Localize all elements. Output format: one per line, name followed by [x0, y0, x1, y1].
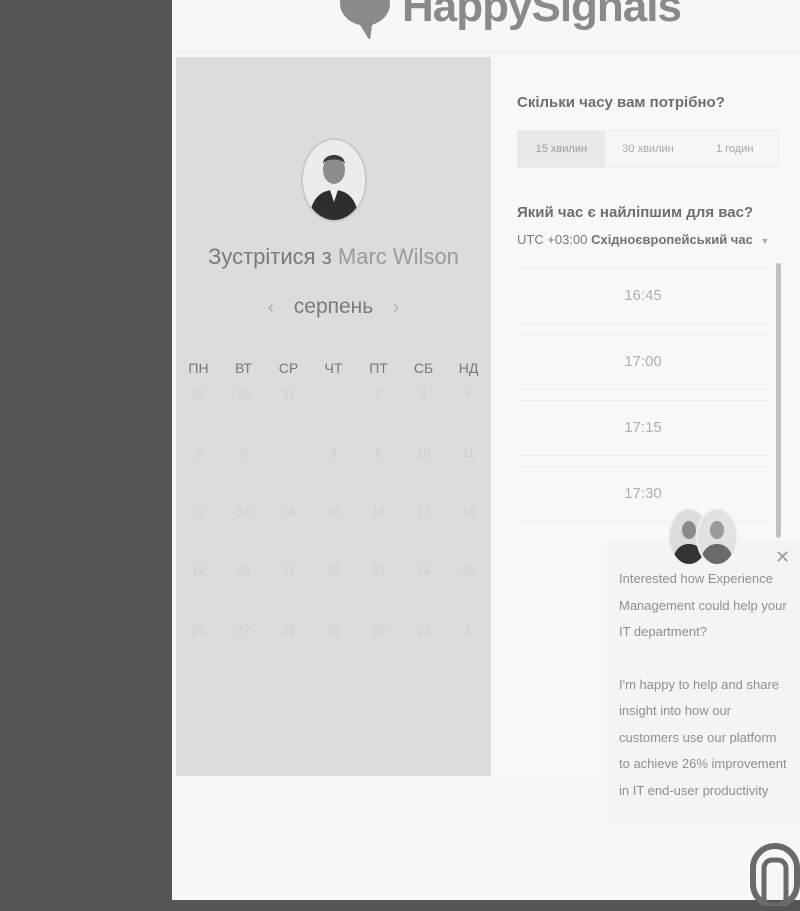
calendar-day: 20 [236, 564, 251, 578]
month-label: серпень [293, 295, 374, 318]
time-question: Який час є найліпшим для вас? [517, 204, 754, 221]
meet-title: Зустрітися з Marc Wilson [176, 244, 491, 270]
calendar-day: 30 [371, 623, 386, 637]
calendar-day: 30 [236, 387, 251, 401]
calendar-day: 6 [240, 446, 247, 460]
chat-popup-message: Interested how Experience Management cou… [619, 566, 789, 830]
chat-message-2: I'm happy to help and share insight into… [619, 676, 787, 798]
calendar-day: 25 [461, 564, 476, 578]
calendar-day: 18 [461, 505, 476, 519]
dark-overlay-strip [0, 0, 172, 900]
chat-agent-avatars [668, 508, 738, 566]
weekday-label: НД [458, 360, 479, 376]
calendar-day: 5 [195, 446, 202, 460]
calendar-day: 19 [191, 564, 206, 578]
calendar-day: 11 [462, 446, 475, 460]
weekday-label: ЧТ [324, 360, 343, 376]
calendar-day: 10 [416, 446, 431, 460]
time-slot[interactable]: 16:45 [517, 268, 769, 324]
timezone-dropdown[interactable]: UTC +03:00 Східноєвропейський час ▼ [517, 232, 769, 247]
calendar-day: 28 [281, 623, 296, 637]
calendar-week: 19 20 21 22 23 24 25 [176, 559, 491, 618]
calendar-day: 8 [330, 446, 337, 460]
chat-launcher-icon[interactable] [749, 842, 800, 909]
calendar-grid: 29 30 31 2 3 4 5 6 8 9 10 11 12 13 14 15… [176, 382, 491, 677]
agent-avatar [696, 508, 738, 566]
calendar-day: 15 [326, 505, 341, 519]
calendar-day: 14 [281, 505, 296, 519]
calendar-week: 5 6 8 9 10 11 [176, 441, 491, 500]
host-name: Marc Wilson [337, 244, 459, 269]
time-slot[interactable]: 17:15 [517, 400, 769, 456]
calendar-day: 12 [191, 505, 206, 519]
weekday-label: ПТ [369, 360, 388, 376]
calendar-day: 26 [191, 623, 206, 637]
duration-selector: 15 хвилин 30 хвилин 1 годин [517, 130, 779, 168]
duration-question: Скільки часу вам потрібно? [517, 94, 725, 111]
calendar-day: 23 [371, 564, 386, 578]
calendar-day: 17 [416, 505, 431, 519]
calendar-week: 12 13 14 15 16 17 18 [176, 500, 491, 559]
calendar-day: 27 [236, 623, 251, 637]
calendar-day: 1 [465, 623, 472, 637]
calendar-day: 16 [371, 505, 386, 519]
calendar-week: 26 27 28 29 30 31 1 [176, 618, 491, 677]
brand-logo: HappySignals [332, 0, 682, 42]
weekday-header: ПН ВТ СР ЧТ ПТ СБ НД [176, 360, 491, 376]
speech-bubble-logo-icon [332, 0, 396, 41]
header-divider [172, 52, 800, 53]
host-avatar [301, 138, 367, 222]
calendar-day: 21 [281, 564, 296, 578]
duration-option-15[interactable]: 15 хвилин [518, 131, 605, 167]
time-slot-list: 16:45 17:00 17:15 17:30 [517, 268, 769, 532]
calendar-day: 13 [236, 505, 251, 519]
calendar-day: 4 [465, 387, 472, 401]
calendar-day: 2 [375, 387, 382, 401]
chevron-right-icon[interactable]: › [393, 297, 399, 318]
calendar-day: 31 [281, 387, 296, 401]
close-icon[interactable]: ✕ [775, 547, 790, 568]
calendar-day: 3 [420, 387, 427, 401]
calendar-day: 29 [326, 623, 341, 637]
chat-message-1: Interested how Experience Management cou… [619, 571, 787, 639]
calendar-day [266, 441, 311, 500]
chevron-left-icon[interactable]: ‹ [268, 297, 274, 318]
calendar-day: 24 [416, 564, 431, 578]
logo-text: HappySignals [402, 0, 682, 31]
weekday-label: СР [278, 360, 299, 376]
timezone-name: Східноєвропейський час [591, 232, 753, 247]
calendar-day: 22 [326, 564, 341, 578]
duration-option-60[interactable]: 1 годин [691, 131, 778, 167]
calendar-day [311, 382, 356, 441]
weekday-label: ВТ [235, 360, 252, 376]
weekday-label: ПН [188, 360, 209, 376]
weekday-label: СБ [413, 360, 434, 376]
calendar-day: 9 [375, 446, 382, 460]
calendar-week: 29 30 31 2 3 4 [176, 382, 491, 441]
caret-down-icon: ▼ [760, 236, 770, 246]
meet-title-prefix: Зустрітися з [208, 244, 332, 269]
calendar-day: 31 [416, 623, 431, 637]
time-slot[interactable]: 17:00 [517, 334, 769, 390]
duration-option-30[interactable]: 30 хвилин [605, 131, 692, 167]
timezone-offset: UTC +03:00 [517, 232, 588, 247]
calendar-day: 29 [191, 387, 206, 401]
month-navigator: ‹ серпень › [176, 295, 491, 319]
time-slot-scrollbar[interactable] [776, 263, 781, 538]
